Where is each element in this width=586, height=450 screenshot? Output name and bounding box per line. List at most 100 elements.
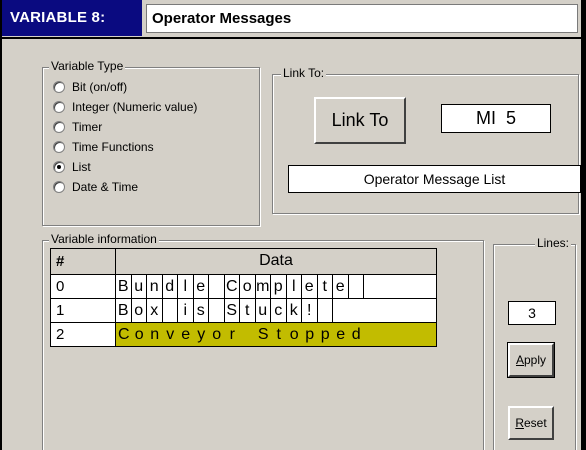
radio-label: Date & Time xyxy=(72,180,139,194)
data-table: # Data 0Bundle Complete1Box is St u c k! 2 Co… xyxy=(50,248,437,391)
char-cell: x xyxy=(147,299,163,322)
char-cell xyxy=(411,323,427,346)
char-cell: C xyxy=(225,275,240,298)
radio-button[interactable] xyxy=(53,101,65,113)
table-row[interactable]: Bundle Complete xyxy=(115,274,437,299)
char-cell: n xyxy=(150,325,160,343)
char-cell: l xyxy=(178,275,194,298)
radio-label: Integer (Numeric value) xyxy=(72,100,198,114)
link-to-button[interactable]: Link To xyxy=(314,97,406,144)
char-cell xyxy=(364,323,380,346)
radio-button[interactable] xyxy=(53,181,65,193)
char-cell xyxy=(395,323,411,346)
apply-button-label: Apply xyxy=(515,353,547,367)
lines-legend: Lines: xyxy=(534,236,571,250)
char-cell: u xyxy=(132,275,147,298)
radio-label: Timer xyxy=(72,120,103,134)
char-cell xyxy=(209,275,225,298)
reset-button[interactable]: Reset xyxy=(508,406,554,440)
char-cell xyxy=(209,299,225,322)
radio-option-date-time[interactable]: Date & Time xyxy=(53,178,138,196)
variable-type-legend: Variable Type xyxy=(49,59,126,73)
char-cell: o xyxy=(134,325,144,343)
radio-button[interactable] xyxy=(53,121,65,133)
char-cell: o xyxy=(240,275,256,298)
char-cell xyxy=(380,275,396,298)
header-data-cell: Data xyxy=(115,248,437,275)
char-cell: t xyxy=(276,325,281,343)
apply-button[interactable]: Apply xyxy=(507,342,555,378)
radio-button[interactable] xyxy=(53,81,65,93)
char-cell: B xyxy=(116,275,132,298)
char-cell: t xyxy=(318,275,333,298)
char-cell: c xyxy=(271,299,287,322)
char-cell: C xyxy=(117,325,130,343)
radio-option-bit-on-off[interactable]: Bit (on/off) xyxy=(53,78,127,96)
char-cell xyxy=(380,299,396,322)
char-cell xyxy=(364,299,380,322)
char-cell: k xyxy=(287,299,302,322)
char-cell: e xyxy=(336,325,346,343)
char-cell: s xyxy=(194,299,209,322)
char-cell: m xyxy=(256,275,271,298)
char-cell xyxy=(411,275,427,298)
char-cell xyxy=(333,299,349,322)
char-cell: d xyxy=(351,325,361,343)
char-cell: d xyxy=(163,275,178,298)
char-cell: v xyxy=(166,325,175,343)
linked-list-name-field: Operator Message List xyxy=(288,165,581,193)
radio-label: List xyxy=(72,160,91,174)
radio-option-integer-numeric-value[interactable]: Integer (Numeric value) xyxy=(53,98,197,116)
apply-mnemonic: A xyxy=(515,353,524,367)
radio-option-list[interactable]: List xyxy=(53,158,91,176)
link-to-legend: Link To: xyxy=(281,66,327,80)
radio-option-time-functions[interactable]: Time Functions xyxy=(53,138,154,156)
table-row[interactable]: Conveyor Stopped xyxy=(115,322,437,347)
radio-label: Time Functions xyxy=(72,140,154,154)
link-to-group: Link To: Link To MI 5 Operator Message L… xyxy=(272,66,581,214)
radio-option-timer[interactable]: Timer xyxy=(53,118,102,136)
radio-label: Bit (on/off) xyxy=(72,80,128,94)
char-cell xyxy=(318,299,333,322)
char-cell: i xyxy=(178,299,194,322)
char-cell: S xyxy=(225,299,240,322)
char-cell xyxy=(395,299,411,322)
header-num-cell: # xyxy=(50,248,116,275)
char-cell: e xyxy=(194,275,209,298)
char-cell xyxy=(364,275,380,298)
char-cell: u xyxy=(256,299,271,322)
variable-editor-window: VARIABLE 8: Operator Messages Variable T… xyxy=(2,0,581,450)
row-number-cell: 1 xyxy=(50,298,116,323)
char-cell xyxy=(349,275,364,298)
char-cell xyxy=(411,299,427,322)
header-divider xyxy=(2,37,581,39)
char-cell: o xyxy=(132,299,147,322)
char-cell: e xyxy=(302,275,318,298)
variable-name-field[interactable]: Operator Messages xyxy=(146,4,578,33)
row-number-cell: 2 xyxy=(50,322,116,347)
char-cell: ! xyxy=(302,299,318,322)
char-cell: p xyxy=(320,325,330,343)
char-cell: l xyxy=(287,275,302,298)
char-cell xyxy=(240,323,256,346)
char-cell: p xyxy=(271,275,287,298)
char-cell: B xyxy=(116,299,132,322)
variable-number-label: VARIABLE 8: xyxy=(2,0,142,36)
lines-group: Lines: 3 Apply Reset xyxy=(493,236,576,450)
char-cell xyxy=(395,275,411,298)
char-cell: e xyxy=(181,325,191,343)
variable-type-group: Variable Type Bit (on/off) Integer (Numer… xyxy=(42,59,260,226)
char-cell: y xyxy=(197,325,206,343)
variable-information-legend: Variable information xyxy=(49,232,159,246)
char-cell: S xyxy=(257,325,269,343)
char-cell xyxy=(349,299,365,322)
table-row[interactable]: Box is St u c k! xyxy=(115,298,437,323)
radio-button[interactable] xyxy=(53,141,65,153)
lines-count-field[interactable]: 3 xyxy=(508,301,556,325)
reset-mnemonic: R xyxy=(515,416,524,430)
char-cell: n xyxy=(147,275,163,298)
char-cell: o xyxy=(289,325,299,343)
char-cell: r xyxy=(229,325,235,343)
char-cell: o xyxy=(212,325,222,343)
radio-button[interactable] xyxy=(53,161,65,173)
